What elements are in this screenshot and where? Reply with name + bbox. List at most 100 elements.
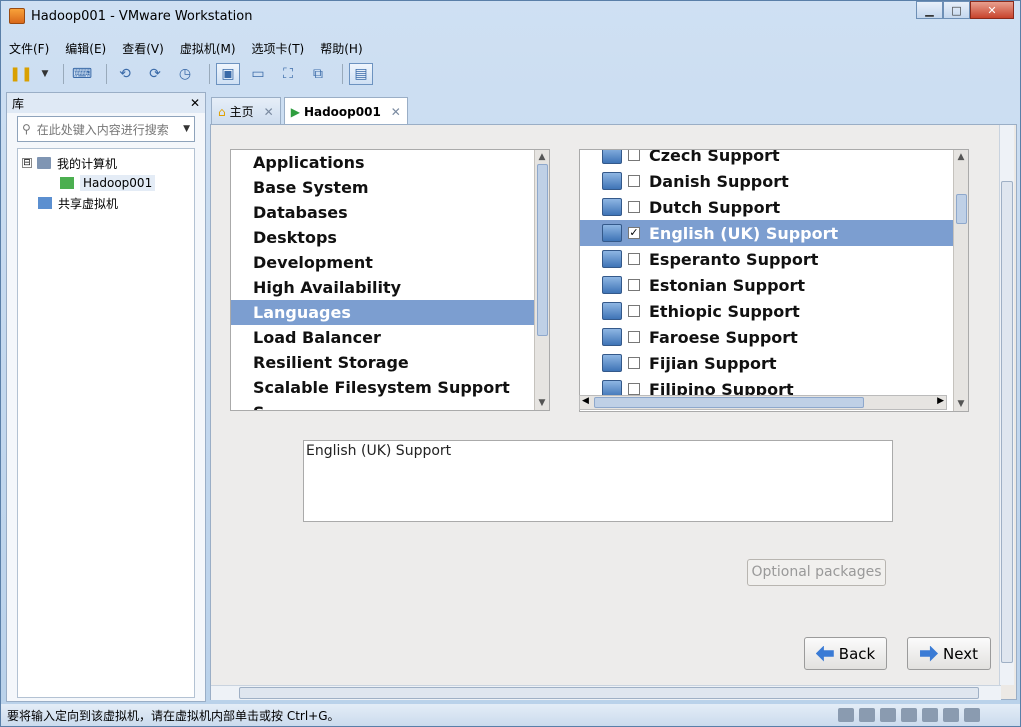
scroll-down-icon[interactable]: ▼ — [535, 396, 549, 410]
vm-console[interactable]: Applications Base System Databases Deskt… — [210, 124, 1017, 700]
scroll-thumb[interactable] — [239, 687, 979, 699]
menu-vm[interactable]: 虚拟机(M) — [180, 40, 236, 57]
tab-home[interactable]: ⌂ 主页 ✕ — [211, 97, 281, 125]
cdrom-icon[interactable] — [859, 708, 875, 722]
usb-icon[interactable] — [943, 708, 959, 722]
device-icons — [833, 708, 980, 722]
menu-tabs[interactable]: 选项卡(T) — [252, 40, 305, 57]
list-item[interactable]: Dutch Support — [580, 194, 955, 220]
package-description: English (UK) Support — [303, 440, 893, 522]
manage-snapshots-icon[interactable]: ◷ — [173, 63, 197, 85]
checkbox[interactable] — [628, 305, 640, 317]
maximize-button[interactable]: □ — [943, 1, 970, 19]
library-search-input[interactable]: ⚲ 在此处键入内容进行搜索 ▼ — [17, 116, 195, 142]
fullscreen-icon[interactable]: ▭ — [246, 63, 270, 85]
list-item[interactable]: Faroese Support — [580, 324, 955, 350]
collapse-icon[interactable]: ⊟ — [22, 158, 32, 168]
minimize-button[interactable]: ▁ — [916, 1, 943, 19]
list-item[interactable]: Resilient Storage — [231, 350, 549, 375]
menu-bar: 文件(F) 编辑(E) 查看(V) 虚拟机(M) 选项卡(T) 帮助(H) — [9, 37, 379, 59]
message-icon[interactable] — [964, 708, 980, 722]
list-item[interactable]: Ethiopic Support — [580, 298, 955, 324]
list-item[interactable]: Desktops — [231, 225, 549, 250]
checkbox[interactable] — [628, 279, 640, 291]
toolbar-divider — [63, 64, 64, 84]
menu-view[interactable]: 查看(V) — [122, 40, 164, 57]
console-view-icon[interactable]: ▣ — [216, 63, 240, 85]
list-item[interactable]: Applications — [231, 150, 549, 175]
package-hscrollbar[interactable]: ◀ ▶ — [579, 395, 947, 410]
menu-file[interactable]: 文件(F) — [9, 40, 49, 57]
scroll-thumb[interactable] — [956, 194, 967, 224]
checkbox[interactable] — [628, 331, 640, 343]
back-button[interactable]: Back — [804, 637, 887, 670]
shared-vm-icon — [38, 197, 52, 209]
console-hscrollbar[interactable] — [211, 685, 1001, 700]
chevron-down-icon[interactable]: ▼ — [183, 124, 190, 134]
scroll-thumb[interactable] — [1001, 181, 1013, 663]
scroll-up-icon[interactable]: ▲ — [535, 150, 549, 164]
close-button[interactable]: ✕ — [970, 1, 1014, 19]
tree-item-hadoop001[interactable]: Hadoop001 — [22, 173, 190, 193]
checkbox[interactable] — [628, 357, 640, 369]
package-list[interactable]: Czech Support Danish Support Dutch Suppo… — [579, 149, 969, 412]
network-icon[interactable] — [880, 708, 896, 722]
checkbox-checked[interactable]: ✓ — [628, 227, 640, 239]
scroll-up-icon[interactable]: ▲ — [954, 150, 968, 164]
menu-help[interactable]: 帮助(H) — [320, 40, 362, 57]
snapshot-icon[interactable]: ⟲ — [113, 63, 137, 85]
console-vscrollbar[interactable] — [999, 125, 1014, 685]
list-item[interactable]: Estonian Support — [580, 272, 955, 298]
hdd-icon[interactable] — [838, 708, 854, 722]
library-close-icon[interactable]: ✕ — [190, 96, 200, 110]
list-item[interactable]: S... — [231, 400, 549, 410]
tab-hadoop001[interactable]: ▶ Hadoop001 ✕ — [283, 97, 408, 125]
list-item[interactable]: Load Balancer — [231, 325, 549, 350]
revert-icon[interactable]: ⟳ — [143, 63, 167, 85]
sound-icon[interactable] — [922, 708, 938, 722]
library-panel: 库 ✕ ⚲ 在此处键入内容进行搜索 ▼ ⊟ 我的计算机 Hadoop001 共享… — [6, 92, 206, 702]
guest-installer-screen[interactable]: Applications Base System Databases Deskt… — [211, 125, 1001, 685]
list-item[interactable]: Fijian Support — [580, 350, 955, 376]
thumbnail-icon[interactable]: ▤ — [349, 63, 373, 85]
list-item[interactable]: Base System — [231, 175, 549, 200]
dropdown-icon[interactable]: ▼ — [39, 63, 51, 85]
list-item[interactable]: Scalable Filesystem Support — [231, 375, 549, 400]
tree-item-my-computer[interactable]: ⊟ 我的计算机 — [22, 153, 190, 173]
checkbox[interactable] — [628, 383, 640, 395]
flag-icon — [602, 150, 622, 164]
category-scrollbar[interactable]: ▲ ▼ — [534, 150, 549, 410]
send-keys-icon[interactable]: ⌨ — [70, 63, 94, 85]
list-item[interactable]: Czech Support — [580, 150, 955, 168]
library-tree: ⊟ 我的计算机 Hadoop001 共享虚拟机 — [17, 148, 195, 698]
list-item[interactable]: Development — [231, 250, 549, 275]
flag-icon — [602, 172, 622, 190]
checkbox[interactable] — [628, 253, 640, 265]
next-button[interactable]: Next — [907, 637, 991, 670]
scroll-thumb[interactable] — [594, 397, 864, 408]
package-scrollbar[interactable]: ▲ ▼ — [953, 150, 968, 411]
printer-icon[interactable] — [901, 708, 917, 722]
category-list[interactable]: Applications Base System Databases Deskt… — [230, 149, 550, 411]
menu-edit[interactable]: 编辑(E) — [65, 40, 106, 57]
scroll-thumb[interactable] — [537, 164, 548, 336]
scroll-right-icon[interactable]: ▶ — [937, 396, 944, 406]
list-item[interactable]: Esperanto Support — [580, 246, 955, 272]
tab-close-icon[interactable]: ✕ — [264, 105, 274, 119]
checkbox[interactable] — [628, 175, 640, 187]
optional-packages-button[interactable]: Optional packages — [747, 559, 886, 586]
pause-icon[interactable]: ❚❚ — [9, 63, 33, 85]
list-item[interactable]: High Availability — [231, 275, 549, 300]
checkbox[interactable] — [628, 201, 640, 213]
scroll-down-icon[interactable]: ▼ — [954, 397, 968, 411]
tree-item-shared-vms[interactable]: 共享虚拟机 — [22, 193, 190, 213]
scroll-left-icon[interactable]: ◀ — [582, 396, 589, 406]
tab-close-icon[interactable]: ✕ — [391, 105, 401, 119]
list-item-selected[interactable]: Languages — [231, 300, 549, 325]
list-item[interactable]: Databases — [231, 200, 549, 225]
quick-switch-icon[interactable]: ⧉ — [306, 63, 330, 85]
unity-icon[interactable]: ⛶ — [276, 63, 300, 85]
list-item-selected[interactable]: ✓ English (UK) Support — [580, 220, 955, 246]
checkbox[interactable] — [628, 150, 640, 161]
list-item[interactable]: Danish Support — [580, 168, 955, 194]
